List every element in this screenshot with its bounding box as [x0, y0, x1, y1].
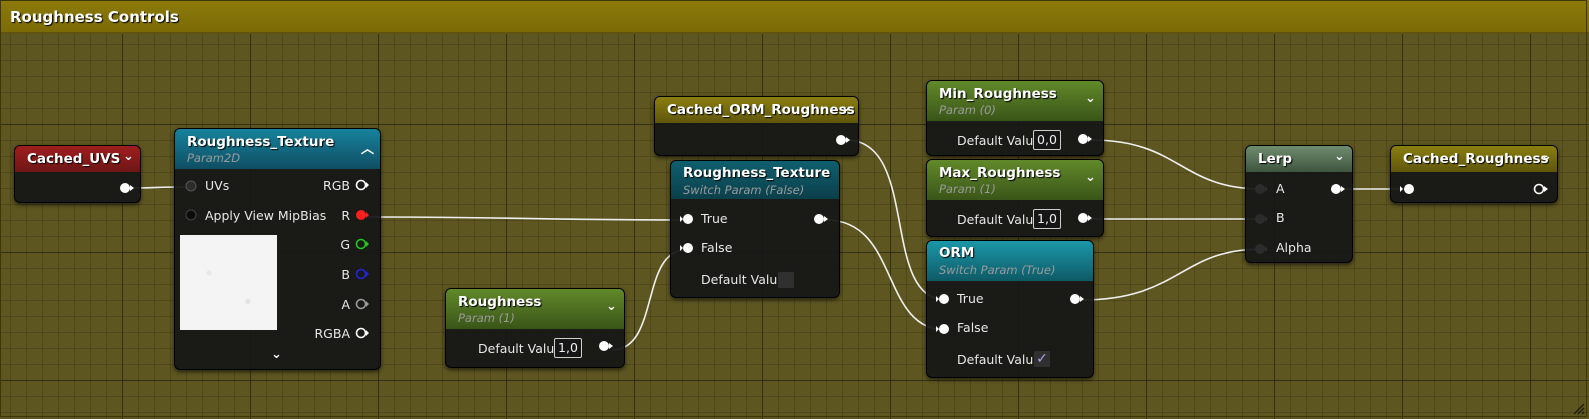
chevron-down-icon[interactable]: ⌄	[271, 347, 282, 362]
node-title: Lerp	[1258, 151, 1293, 167]
node-roughness-texture-param2d[interactable]: Roughness_Texture Param2D ︿ UVs Apply Vi…	[174, 128, 381, 370]
node-subtitle: Param (1)	[939, 182, 996, 196]
chevron-down-icon[interactable]: ⌄	[606, 299, 617, 314]
pin-label-a: A	[1276, 181, 1285, 196]
output-pin[interactable]	[598, 340, 614, 352]
node-orm-switch[interactable]: ORM Switch Param (True) True False Defau…	[926, 240, 1094, 378]
pin-label-a: A	[341, 297, 350, 312]
node-roughness-texture-switch[interactable]: Roughness_Texture Switch Param (False) T…	[670, 160, 840, 298]
wire-orm-alpha[interactable]	[1080, 248, 1263, 301]
default-value-checkbox[interactable]	[777, 271, 795, 289]
default-value-checkbox[interactable]: ✓	[1033, 350, 1051, 368]
chevron-down-icon[interactable]: ⌄	[1085, 170, 1096, 185]
output-pin-g[interactable]	[355, 238, 370, 250]
node-roughness-param[interactable]: Roughness Param (1) ⌄ Default Value 1,0	[445, 288, 625, 368]
pin-label-g: G	[340, 237, 350, 252]
node-cached-roughness[interactable]: Cached_Roughness ⌄	[1390, 145, 1558, 203]
input-pin[interactable]	[1399, 183, 1415, 195]
pin-label-b: B	[341, 267, 350, 282]
input-pin-b[interactable]	[1254, 213, 1269, 225]
default-value-label: Default Value	[478, 341, 562, 356]
chevron-down-icon[interactable]: ⌄	[1334, 149, 1345, 164]
node-subtitle: Param (0)	[939, 103, 996, 117]
node-min-roughness[interactable]: Min_Roughness Param (0) ⌄ Default Value …	[926, 80, 1104, 156]
node-title: Min_Roughness	[939, 86, 1057, 102]
node-title: Roughness_Texture	[187, 134, 335, 150]
node-max-roughness[interactable]: Max_Roughness Param (1) ⌄ Default Value …	[926, 159, 1104, 237]
pin-label-b: B	[1276, 210, 1285, 225]
node-subtitle: Switch Param (True)	[939, 263, 1056, 277]
chevron-down-icon[interactable]: ⌄	[1085, 91, 1096, 106]
node-subtitle: Param2D	[187, 151, 241, 165]
default-value-field[interactable]: 1,0	[1033, 209, 1061, 229]
chevron-down-icon[interactable]: ⌄	[123, 149, 134, 164]
output-pin[interactable]	[1077, 212, 1093, 224]
pin-label-uvs: UVs	[205, 178, 230, 193]
input-pin-alpha[interactable]	[1254, 243, 1269, 255]
node-lerp[interactable]: Lerp ⌄ A B Alpha	[1245, 145, 1353, 263]
output-pin[interactable]	[119, 182, 135, 194]
node-title: Cached_UVS	[27, 151, 121, 167]
output-pin[interactable]	[1077, 133, 1093, 145]
output-pin-a[interactable]	[355, 298, 370, 310]
node-title: ORM	[939, 245, 975, 261]
pin-label-true: True	[701, 211, 728, 226]
output-pin[interactable]	[813, 213, 829, 225]
output-pin[interactable]	[835, 134, 851, 146]
pin-label-alpha: Alpha	[1276, 240, 1312, 255]
default-value-label: Default Value	[957, 352, 1041, 367]
output-pin[interactable]	[1533, 183, 1549, 195]
pin-label-rgb: RGB	[323, 178, 350, 193]
texture-preview-thumbnail	[180, 235, 277, 330]
output-pin-r[interactable]	[355, 209, 370, 221]
default-value-label: Default Value	[957, 212, 1041, 227]
node-title: Cached_ORM_Roughness	[667, 102, 855, 118]
node-title: Roughness_Texture	[683, 165, 831, 181]
wire-r-true[interactable]	[367, 216, 687, 221]
output-pin[interactable]	[1330, 183, 1346, 195]
input-pin-true[interactable]	[679, 213, 694, 225]
input-pin-true[interactable]	[935, 293, 950, 305]
pin-label-rgba: RGBA	[314, 326, 351, 341]
default-value-label: Default Value	[701, 272, 785, 287]
default-value-label: Default Value	[957, 133, 1041, 148]
input-pin-mipbias[interactable]	[185, 209, 197, 221]
pin-label-false: False	[701, 240, 733, 255]
pin-label-mipbias: Apply View MipBias	[205, 208, 327, 223]
node-title: Roughness	[458, 294, 542, 310]
chevron-down-icon[interactable]: ⌄	[1541, 149, 1552, 164]
node-title: Max_Roughness	[939, 165, 1061, 181]
wire-min-a[interactable]	[1090, 139, 1263, 190]
chevron-down-icon[interactable]: ⌄	[841, 100, 852, 115]
node-subtitle: Param (1)	[458, 311, 515, 325]
output-pin-b[interactable]	[355, 268, 370, 280]
input-pin-a[interactable]	[1254, 183, 1269, 195]
input-pin-false[interactable]	[935, 323, 950, 335]
output-pin[interactable]	[1069, 293, 1085, 305]
chevron-up-icon[interactable]: ︿	[361, 138, 374, 157]
default-value-field[interactable]: 0,0	[1033, 130, 1061, 150]
pin-label-r: R	[341, 208, 350, 223]
output-pin-rgba[interactable]	[355, 327, 370, 339]
pin-label-true: True	[957, 291, 984, 306]
output-pin-rgb[interactable]	[355, 179, 370, 191]
node-cached-orm-roughness[interactable]: Cached_ORM_Roughness ⌄	[654, 96, 859, 156]
pin-label-false: False	[957, 320, 989, 335]
input-pin-false[interactable]	[679, 242, 694, 254]
node-subtitle: Switch Param (False)	[683, 183, 805, 197]
node-title: Cached_Roughness	[1403, 151, 1549, 167]
node-cached-uvs[interactable]: Cached_UVS ⌄	[14, 145, 141, 203]
default-value-field[interactable]: 1,0	[554, 338, 582, 358]
input-pin-uvs[interactable]	[185, 180, 197, 192]
